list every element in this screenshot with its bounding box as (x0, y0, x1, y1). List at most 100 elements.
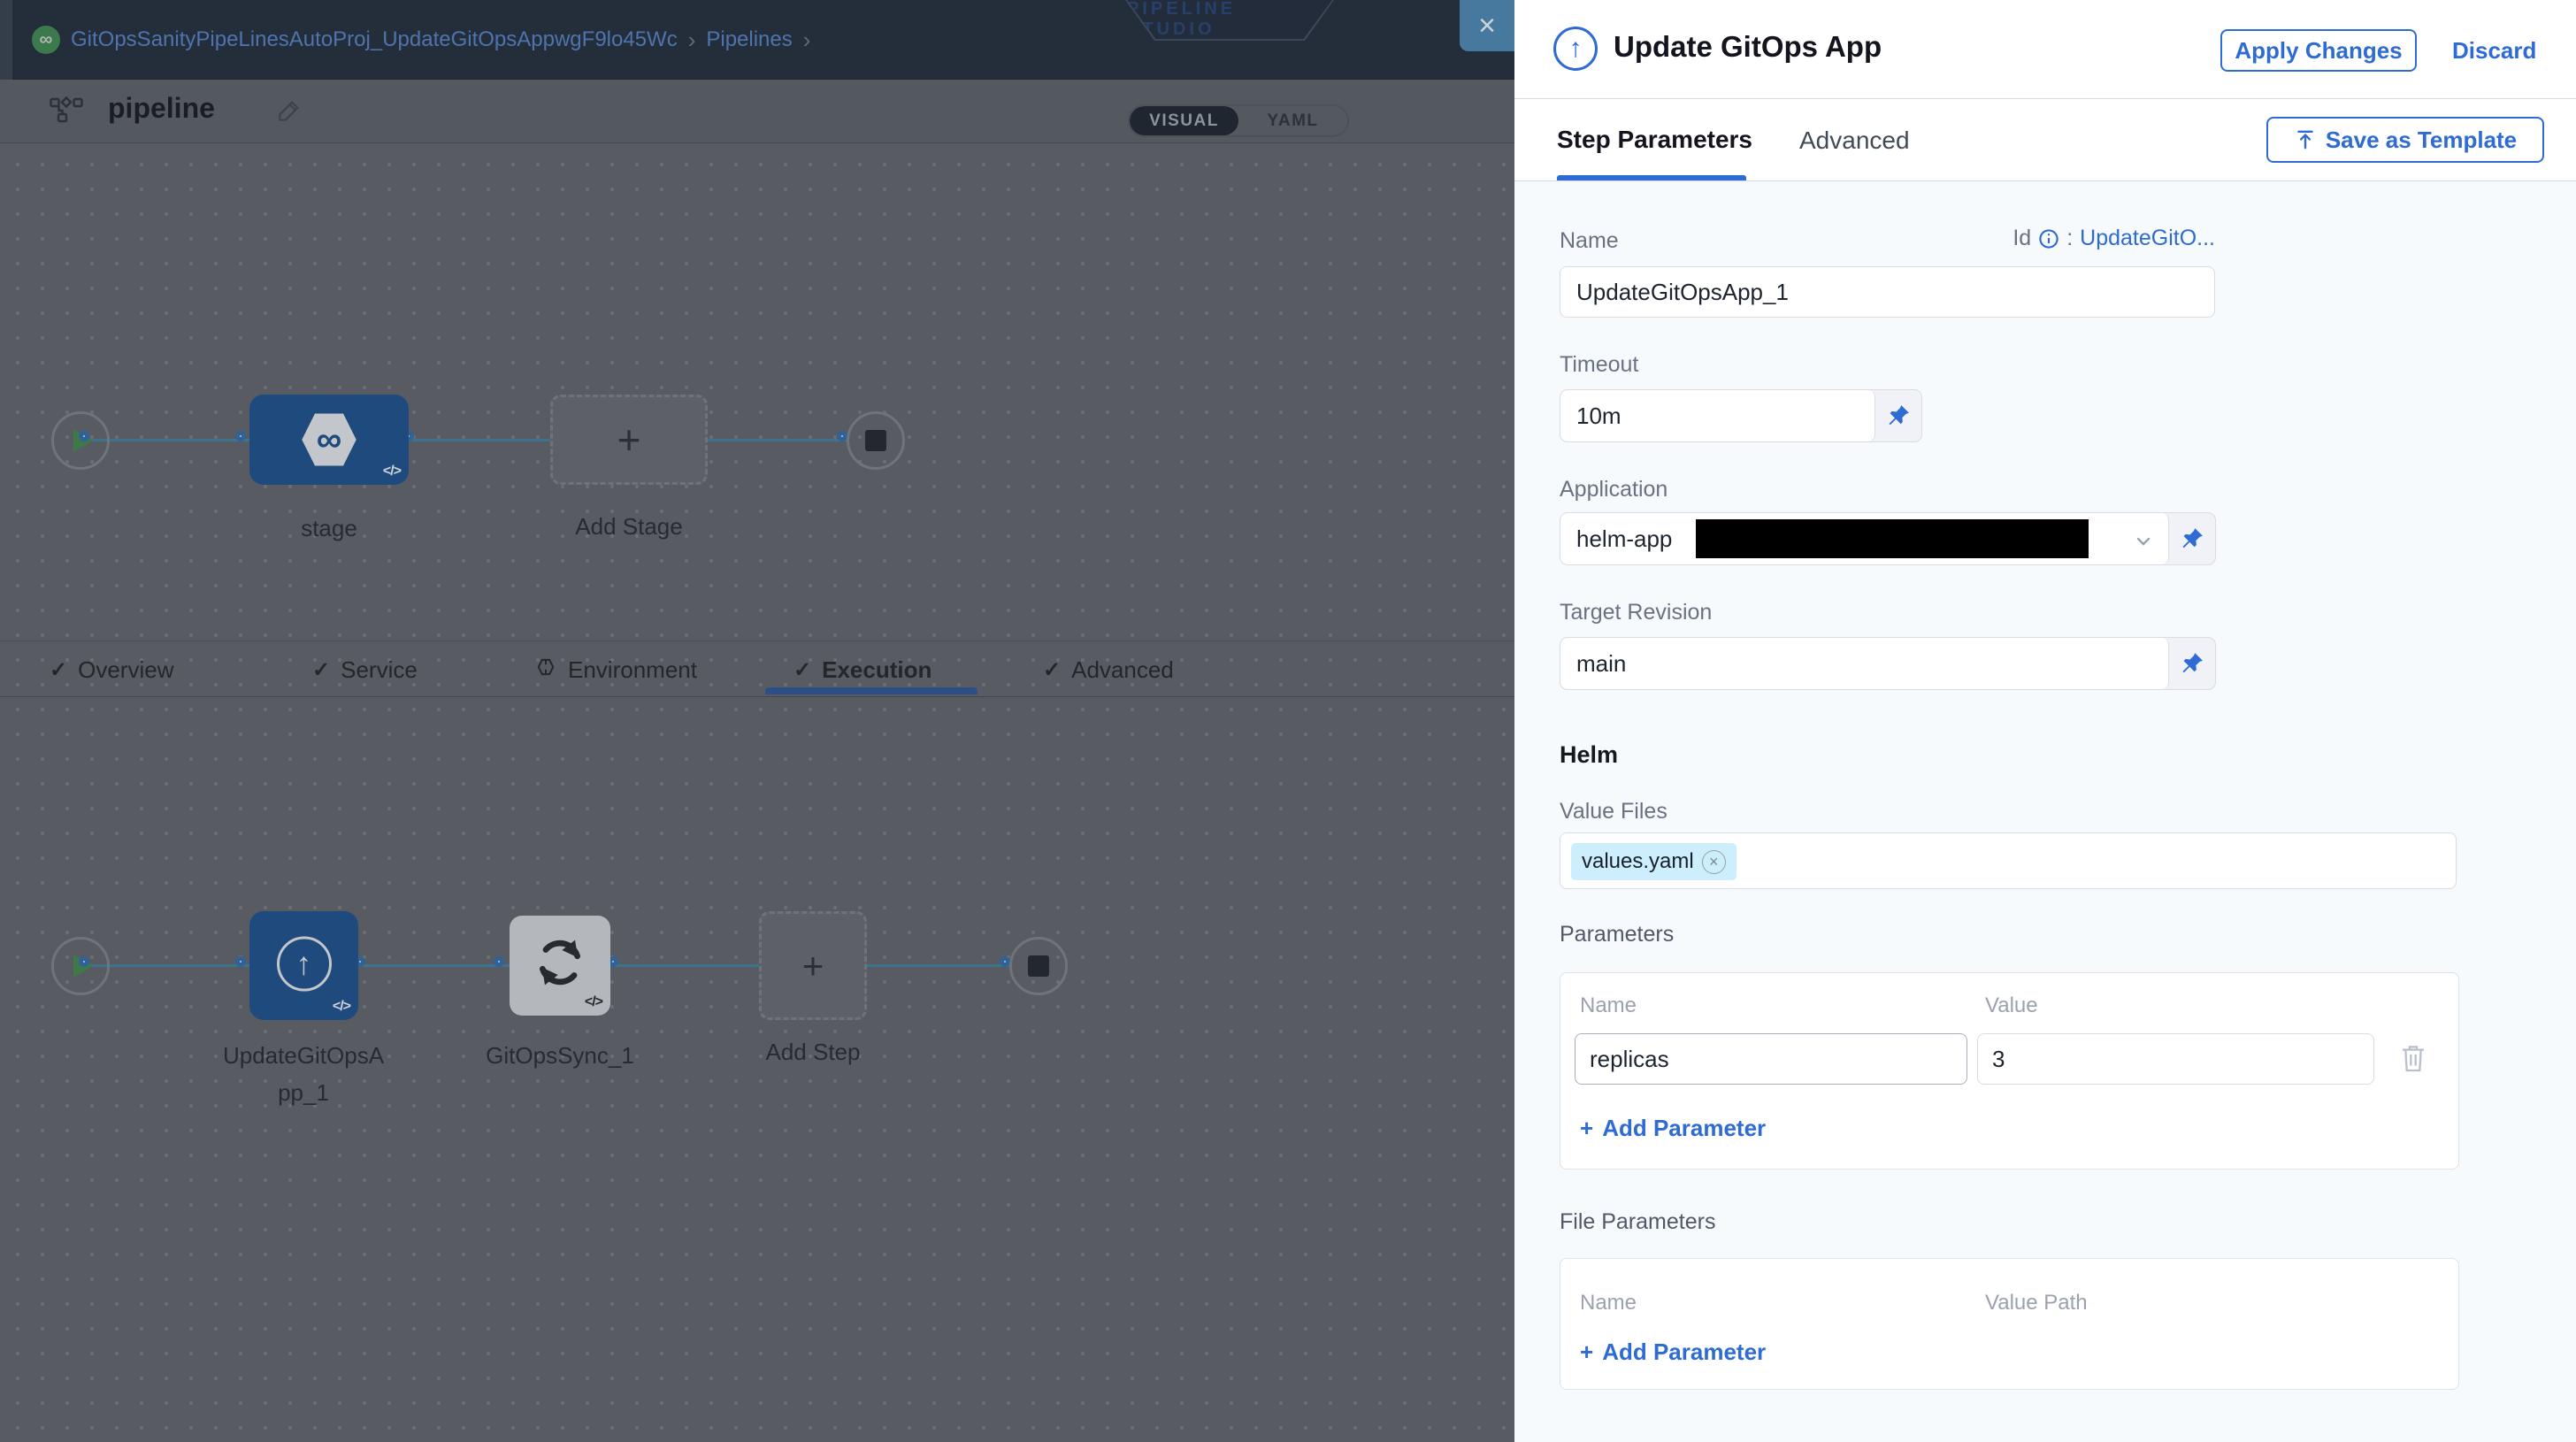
upload-icon (2294, 128, 2317, 151)
toggle-yaml[interactable]: YAML (1238, 106, 1347, 135)
application-input-type-button[interactable] (2169, 513, 2215, 564)
add-parameter-label: Add Parameter (1602, 1115, 1766, 1142)
parameters-card: Name Value replicas 3 + Add Parameter (1560, 972, 2459, 1170)
update-gitops-app-icon: ↑ (1553, 27, 1598, 71)
gitops-stage-icon: ∞ (301, 411, 357, 468)
add-file-parameter-label: Add Parameter (1602, 1338, 1766, 1366)
discard-button[interactable]: Discard (2452, 37, 2536, 65)
execution-end-marker (1009, 937, 1068, 995)
toggle-visual[interactable]: VISUAL (1130, 106, 1238, 135)
close-drawer-button[interactable]: × (1460, 0, 1514, 51)
plus-icon: + (1580, 1338, 1593, 1366)
check-icon: ✓ (794, 657, 811, 683)
add-stage-button[interactable]: + (550, 395, 708, 485)
edit-pipeline-name-icon[interactable] (276, 97, 303, 128)
topbar: ∞ GitOpsSanityPipeLinesAutoProj_UpdateGi… (0, 0, 1514, 80)
pipeline-studio-pane: ∞ GitOpsSanityPipeLinesAutoProj_UpdateGi… (0, 0, 1514, 1442)
pin-icon (2181, 652, 2204, 675)
tab-label: Execution (822, 656, 932, 684)
pin-icon (2181, 527, 2204, 550)
stage-tabbar: ✓ Overview ✓ Service Environment (0, 640, 1514, 697)
pin-icon (1887, 404, 1910, 427)
remove-chip-icon[interactable]: × (1702, 850, 1726, 874)
value-file-chip: values.yaml × (1571, 843, 1736, 880)
param-name-header: Name (1580, 993, 1637, 1018)
collapsed-nav-edge (0, 0, 12, 80)
pipeline-studio-badge-label: PIPELINE STUDIO (1127, 0, 1332, 39)
drawer-title: Update GitOps App (1614, 30, 1882, 64)
delete-row-icon[interactable] (2399, 1042, 2427, 1074)
add-file-parameter-button[interactable]: + Add Parameter (1580, 1338, 1766, 1366)
add-stage-label: Add Stage (514, 513, 744, 541)
breadcrumb-separator-icon: › (688, 27, 696, 54)
param-name-input[interactable]: replicas (1575, 1033, 1967, 1085)
tab-overview[interactable]: ✓ Overview (50, 641, 173, 698)
chevron-down-icon[interactable] (2133, 531, 2154, 552)
tab-label: Advanced (1071, 656, 1174, 684)
plus-icon: + (617, 416, 641, 464)
tab-environment[interactable]: Environment (534, 641, 697, 698)
tab-step-parameters[interactable]: Step Parameters (1557, 126, 1752, 154)
add-step-label: Add Step (698, 1039, 928, 1066)
tab-label: Overview (78, 656, 173, 684)
hexagon-icon (534, 656, 557, 685)
name-input[interactable]: UpdateGitOpsApp_1 (1560, 266, 2215, 318)
param-value-input[interactable]: 3 (1977, 1033, 2374, 1085)
update-gitops-app-step-node[interactable]: ↑ </> (249, 911, 358, 1020)
connector-port (235, 956, 246, 967)
helm-section-heading: Helm (1560, 741, 1618, 769)
breadcrumb: ∞ GitOpsSanityPipeLinesAutoProj_UpdateGi… (32, 0, 810, 80)
file-param-value-path-header: Value Path (1985, 1291, 2088, 1315)
active-tab-underline (1557, 175, 1746, 180)
arrow-up-circle-icon: ↑ (277, 936, 332, 991)
connector-port (235, 431, 246, 441)
id-value-link[interactable]: UpdateGitO... (2080, 226, 2215, 251)
pipeline-title: pipeline (108, 92, 215, 125)
tab-service[interactable]: ✓ Service (312, 641, 418, 698)
file-param-name-header: Name (1580, 1291, 1637, 1315)
tab-advanced[interactable]: Advanced (1799, 127, 1910, 155)
timeout-input-type-button[interactable] (1875, 390, 1921, 441)
target-revision-input[interactable]: main (1560, 638, 2169, 689)
param-value-header: Value (1985, 993, 2038, 1018)
tab-label: Service (341, 656, 418, 684)
gitops-sync-step-node[interactable]: </> (510, 916, 610, 1016)
info-icon[interactable] (2038, 228, 2059, 249)
step1-label-line1: UpdateGitOpsA (188, 1042, 418, 1070)
breadcrumb-project-link[interactable]: GitOpsSanityPipeLinesAutoProj_UpdateGitO… (71, 27, 678, 52)
tab-advanced[interactable]: ✓ Advanced (1043, 641, 1174, 698)
application-value: helm-app (1576, 525, 1672, 553)
apply-changes-button[interactable]: Apply Changes (2220, 29, 2417, 72)
timeout-input[interactable]: 10m (1560, 390, 1875, 441)
tab-label: Environment (568, 656, 697, 684)
timeout-label: Timeout (1560, 352, 1638, 378)
application-select[interactable]: helm-app (1560, 513, 2169, 564)
timeout-field-group: 10m (1560, 389, 1922, 442)
step2-label: GitOpsSync_1 (445, 1042, 675, 1070)
add-parameter-button[interactable]: + Add Parameter (1580, 1115, 1766, 1142)
pipeline-end-marker (847, 411, 905, 470)
stage-node-label: stage (214, 515, 444, 542)
code-badge-icon[interactable]: </> (383, 464, 401, 479)
check-icon: ✓ (50, 657, 67, 683)
target-revision-field-group: main (1560, 637, 2216, 690)
breadcrumb-pipelines-link[interactable]: Pipelines (706, 27, 792, 52)
save-as-template-label: Save as Template (2326, 127, 2517, 154)
value-files-input[interactable]: values.yaml × (1560, 832, 2457, 889)
stop-icon (865, 430, 886, 451)
app-root: ∞ GitOpsSanityPipeLinesAutoProj_UpdateGi… (0, 0, 2576, 1442)
code-badge-icon[interactable]: </> (585, 994, 602, 1010)
file-parameters-label: File Parameters (1560, 1209, 1715, 1235)
pipeline-flowchart-icon (50, 95, 83, 129)
target-revision-input-type-button[interactable] (2169, 638, 2215, 689)
stage-node[interactable]: ∞ </> (249, 395, 409, 485)
redacted-value (1696, 519, 2089, 558)
pipeline-canvas: ∞ </> + stage Add Stage ✓ Overview ✓ Ser… (0, 143, 1514, 1442)
gitops-project-icon: ∞ (32, 26, 60, 54)
step-parameters-form: Name Id : UpdateGitO... UpdateGitOpsApp_… (1514, 181, 2576, 1442)
parameters-label: Parameters (1560, 922, 1674, 947)
code-badge-icon[interactable]: </> (333, 999, 350, 1015)
save-as-template-button[interactable]: Save as Template (2266, 117, 2544, 163)
breadcrumb-separator-icon: › (803, 27, 811, 54)
add-step-button[interactable]: + (759, 911, 867, 1020)
